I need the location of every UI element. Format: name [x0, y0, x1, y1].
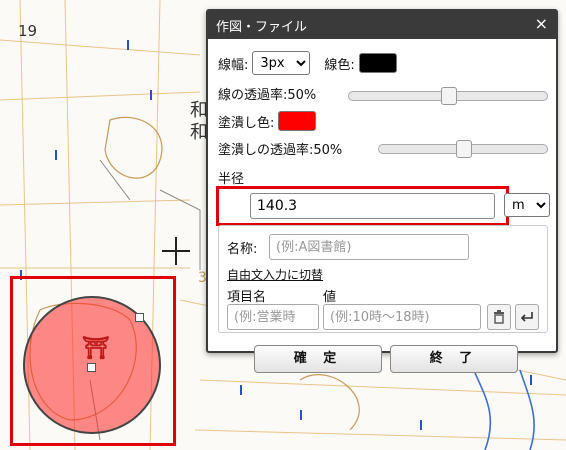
line-color-label: 線色:: [324, 57, 355, 73]
close-icon[interactable]: ×: [535, 14, 548, 33]
confirm-button[interactable]: 確 定: [254, 345, 382, 373]
radius-label: 半径: [218, 172, 245, 187]
drawing-dialog: 作図・ファイル × 線幅: 3px 線色: 線の透過率:50% 塗潰し色: 塗潰…: [206, 9, 558, 373]
item-value-input[interactable]: [323, 304, 481, 330]
line-width-select[interactable]: 3px: [252, 51, 311, 75]
fill-color-label: 塗潰し色:: [218, 115, 275, 131]
radius-unit-select[interactable]: m: [504, 193, 550, 217]
highlight-box-circle: [10, 276, 176, 446]
name-label: 名称:: [227, 242, 258, 257]
freeform-toggle-link[interactable]: 自由文入力に切替: [227, 266, 323, 283]
line-color-swatch[interactable]: [358, 53, 397, 73]
value-header: 値: [323, 290, 337, 305]
line-opacity-slider[interactable]: [348, 87, 548, 105]
map-label-number: 19: [18, 22, 38, 40]
fill-opacity-thumb[interactable]: [456, 140, 472, 158]
return-icon[interactable]: [515, 304, 539, 330]
line-opacity-thumb[interactable]: [441, 87, 457, 105]
fill-opacity-slider[interactable]: [378, 140, 548, 158]
line-style-row: 線幅: 3px 線色:: [218, 51, 397, 75]
crosshair-icon-vertical: [175, 237, 177, 265]
fill-opacity-label: 塗潰しの透過率:50%: [218, 143, 343, 158]
close-button[interactable]: 終 了: [390, 345, 518, 373]
line-width-label: 線幅:: [218, 57, 249, 73]
item-name-input[interactable]: [227, 304, 319, 330]
trash-icon[interactable]: [487, 304, 511, 330]
dialog-titlebar[interactable]: 作図・ファイル ×: [208, 11, 556, 39]
dialog-title: 作図・ファイル: [216, 20, 308, 35]
fill-color-swatch[interactable]: [278, 111, 317, 131]
line-opacity-label: 線の透過率:50%: [218, 88, 317, 103]
highlight-box-radius: [216, 186, 509, 226]
line-opacity-row: 線の透過率:50%: [218, 84, 316, 103]
name-input[interactable]: [269, 234, 469, 260]
radius-row: 半径: [218, 168, 244, 187]
fill-color-row: 塗潰し色:: [218, 111, 317, 131]
fill-opacity-row: 塗潰しの透過率:50%: [218, 139, 342, 158]
item-name-header: 項目名: [227, 290, 267, 305]
attribute-panel: 名称: 自由文入力に切替 項目名 値: [218, 225, 548, 333]
